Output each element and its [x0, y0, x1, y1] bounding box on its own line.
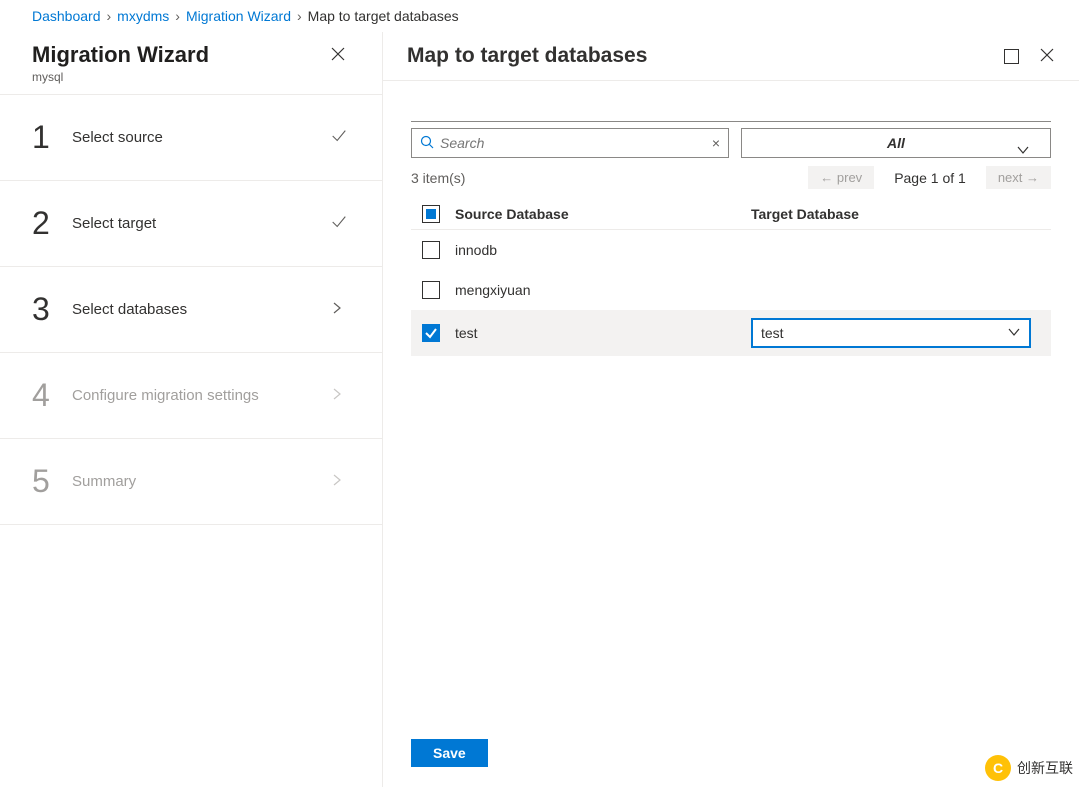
save-button[interactable]: Save [411, 739, 488, 767]
breadcrumb-migration-wizard[interactable]: Migration Wizard [186, 8, 291, 24]
column-target-database: Target Database [751, 206, 1051, 222]
page-title: Map to target databases [407, 44, 647, 68]
search-input-wrap[interactable]: × [411, 128, 729, 158]
table-row[interactable]: innodb [411, 230, 1051, 270]
source-db-name: mengxiyuan [451, 282, 751, 298]
maximize-icon[interactable] [1004, 49, 1019, 64]
chevron-right-icon [330, 301, 350, 318]
step-configure-migration-settings[interactable]: 4 Configure migration settings [0, 353, 382, 439]
watermark-text: 创新互联 [1017, 758, 1073, 778]
source-db-name: test [451, 325, 751, 341]
row-checkbox[interactable] [422, 324, 440, 342]
breadcrumb-current: Map to target databases [308, 8, 459, 24]
row-checkbox[interactable] [422, 241, 440, 259]
search-icon [420, 135, 434, 152]
chevron-right-icon [330, 473, 350, 490]
chevron-right-icon: › [297, 8, 302, 24]
page-info: Page 1 of 1 [894, 170, 966, 186]
chevron-right-icon: › [175, 8, 180, 24]
step-label: Select source [72, 129, 330, 146]
watermark-logo-icon: C [985, 755, 1011, 781]
step-select-databases[interactable]: 3 Select databases [0, 267, 382, 353]
breadcrumb-mxydms[interactable]: mxydms [117, 8, 169, 24]
step-number: 2 [32, 205, 72, 242]
step-number: 1 [32, 119, 72, 156]
row-checkbox[interactable] [422, 281, 440, 299]
sidebar-title: Migration Wizard [32, 42, 209, 68]
database-table: Source Database Target Database innodb m… [411, 199, 1051, 356]
step-label: Configure migration settings [72, 387, 330, 404]
step-select-source[interactable]: 1 Select source [0, 95, 382, 181]
filter-dropdown[interactable]: All [741, 128, 1051, 158]
step-number: 4 [32, 377, 72, 414]
step-label: Select target [72, 215, 330, 232]
select-all-checkbox[interactable] [422, 205, 440, 223]
column-source-database: Source Database [451, 206, 751, 222]
filter-label: All [887, 135, 905, 151]
prev-button[interactable]: ← prev [808, 166, 874, 189]
step-number: 5 [32, 463, 72, 500]
step-label: Summary [72, 473, 330, 490]
checkmark-icon [330, 213, 350, 234]
chevron-down-icon [1007, 325, 1021, 342]
table-row[interactable]: mengxiyuan [411, 270, 1051, 310]
step-label: Select databases [72, 301, 330, 318]
watermark: C 创新互联 [985, 755, 1073, 781]
sidebar: Migration Wizard mysql 1 Select source 2… [0, 32, 383, 787]
next-button[interactable]: next → [986, 166, 1051, 189]
table-row[interactable]: test test [411, 310, 1051, 356]
step-summary[interactable]: 5 Summary [0, 439, 382, 525]
clear-icon[interactable]: × [712, 135, 720, 151]
chevron-right-icon: › [107, 8, 112, 24]
close-icon[interactable] [1039, 47, 1055, 66]
checkmark-icon [330, 127, 350, 148]
breadcrumb: Dashboard › mxydms › Migration Wizard › … [0, 0, 1079, 32]
sidebar-subtitle: mysql [32, 70, 209, 84]
breadcrumb-dashboard[interactable]: Dashboard [32, 8, 101, 24]
source-db-name: innodb [451, 242, 751, 258]
chevron-right-icon [330, 387, 350, 404]
target-db-value: test [761, 325, 784, 341]
item-count: 3 item(s) [411, 170, 465, 186]
step-number: 3 [32, 291, 72, 328]
main-panel: Map to target databases × All [383, 32, 1079, 787]
close-icon[interactable] [326, 42, 350, 71]
target-db-select[interactable]: test [751, 318, 1031, 348]
search-input[interactable] [440, 135, 706, 151]
step-select-target[interactable]: 2 Select target [0, 181, 382, 267]
